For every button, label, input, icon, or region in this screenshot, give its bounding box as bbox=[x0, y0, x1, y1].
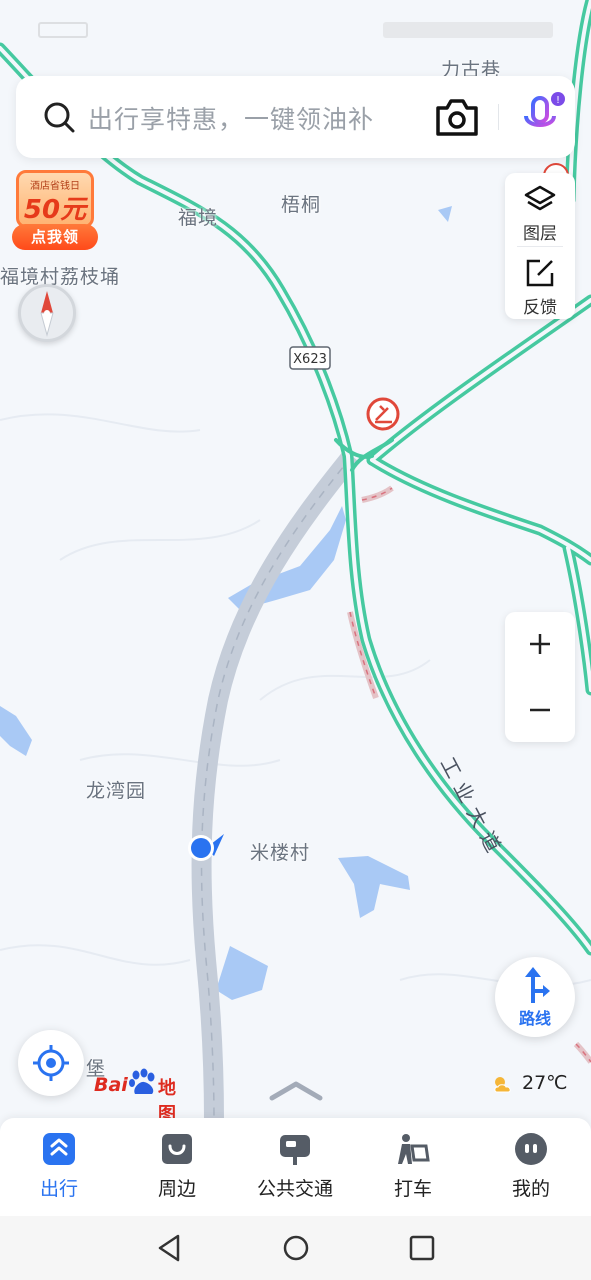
tab-travel[interactable]: 出行 bbox=[0, 1118, 118, 1216]
promo-coupon: 酒店省钱日 50元 bbox=[16, 170, 94, 228]
layers-button[interactable]: 图层 bbox=[505, 175, 575, 245]
bus-icon bbox=[280, 1135, 310, 1165]
travel-icon bbox=[43, 1133, 75, 1165]
search-icon bbox=[44, 102, 75, 133]
feedback-edit-icon bbox=[526, 259, 554, 287]
map-tool-panel: 图层 反馈 bbox=[505, 173, 575, 319]
locate-icon bbox=[33, 1045, 69, 1081]
baidu-paw-icon bbox=[129, 1068, 155, 1094]
chevron-up-icon[interactable] bbox=[268, 1080, 324, 1102]
profile-icon bbox=[515, 1133, 547, 1165]
feedback-button[interactable]: 反馈 bbox=[505, 249, 575, 319]
layers-label: 图层 bbox=[523, 224, 557, 244]
signal-icon bbox=[38, 22, 88, 38]
route-button[interactable]: 路线 bbox=[495, 957, 575, 1037]
tab-travel-label: 出行 bbox=[39, 1178, 78, 1200]
minus-icon bbox=[530, 708, 550, 712]
construction-sign-icon bbox=[366, 397, 400, 431]
feedback-label: 反馈 bbox=[523, 298, 557, 318]
mic-icon[interactable]: ! bbox=[513, 88, 569, 144]
zoom-panel bbox=[505, 612, 575, 742]
route-arrow-icon bbox=[525, 967, 550, 1003]
promo-amount: 50元 bbox=[23, 195, 87, 225]
system-nav-bar bbox=[0, 1216, 591, 1280]
bottom-tab-bar: 出行 周边 公共交通 打车 我的 bbox=[0, 1118, 591, 1216]
recents-icon[interactable] bbox=[408, 1234, 436, 1262]
taxi-icon bbox=[398, 1134, 430, 1164]
nearby-icon bbox=[162, 1134, 192, 1164]
tab-profile-label: 我的 bbox=[511, 1178, 550, 1200]
route-label: 路线 bbox=[518, 1009, 551, 1028]
map-label-milou[interactable]: 米楼村 bbox=[250, 838, 310, 865]
map-canvas[interactable]: X623 工业大道 bbox=[0, 0, 591, 1120]
map-label-longwan[interactable]: 龙湾园 bbox=[86, 776, 146, 803]
search-divider bbox=[498, 104, 499, 130]
road-code-shield: X623 bbox=[289, 346, 331, 370]
hotel-promo[interactable]: 酒店省钱日 50元 点我领 bbox=[12, 170, 98, 252]
tab-profile[interactable]: 我的 bbox=[472, 1118, 590, 1216]
weather-temperature: 27℃ bbox=[522, 1072, 568, 1094]
status-bar bbox=[0, 0, 591, 60]
zoom-out-button[interactable] bbox=[505, 678, 575, 742]
svg-text:!: ! bbox=[556, 95, 560, 106]
tab-transit[interactable]: 公共交通 bbox=[236, 1118, 354, 1216]
tool-divider bbox=[517, 246, 563, 247]
tab-taxi-label: 打车 bbox=[393, 1178, 432, 1200]
compass-icon bbox=[40, 291, 54, 337]
home-icon[interactable] bbox=[282, 1234, 310, 1262]
layers-icon bbox=[524, 185, 556, 211]
road-code-label: X623 bbox=[293, 352, 327, 367]
map-label-fujing[interactable]: 福境 bbox=[178, 203, 218, 230]
tab-transit-label: 公共交通 bbox=[256, 1178, 333, 1200]
cloud-sun-icon bbox=[494, 1077, 511, 1093]
search-input[interactable]: 出行享特惠，一键领油补 bbox=[88, 100, 374, 136]
compass[interactable] bbox=[18, 284, 76, 342]
map-label-fujing-village[interactable]: 福境村荔枝埇 bbox=[0, 262, 120, 289]
status-icons bbox=[383, 22, 553, 38]
camera-icon[interactable] bbox=[434, 96, 480, 138]
promo-claim-button[interactable]: 点我领 bbox=[12, 224, 98, 250]
map-label-wutong[interactable]: 梧桐 bbox=[281, 190, 321, 217]
zoom-in-button[interactable] bbox=[505, 612, 575, 676]
locate-button[interactable] bbox=[18, 1030, 84, 1096]
logo-bai-text: Bai bbox=[94, 1074, 128, 1096]
tab-taxi[interactable]: 打车 bbox=[354, 1118, 472, 1216]
plus-icon bbox=[530, 634, 550, 654]
tab-nearby[interactable]: 周边 bbox=[118, 1118, 236, 1216]
tab-nearby-label: 周边 bbox=[157, 1178, 196, 1200]
search-bar[interactable]: 出行享特惠，一键领油补 ! bbox=[16, 76, 575, 158]
back-icon[interactable] bbox=[156, 1234, 184, 1262]
